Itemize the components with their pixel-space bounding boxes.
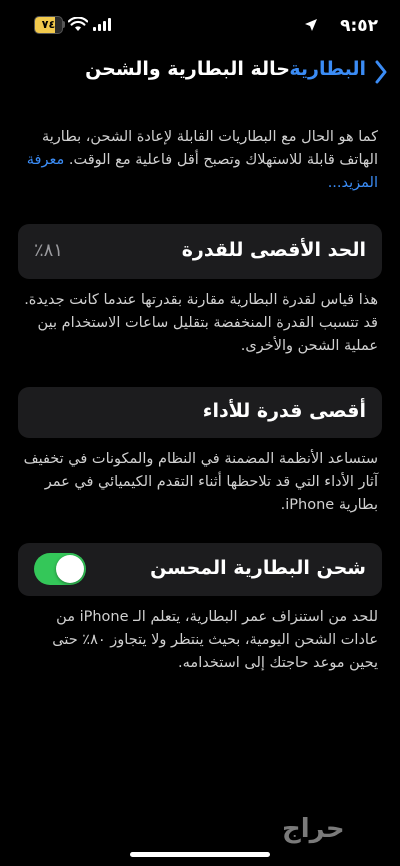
toggle-knob: [56, 555, 84, 583]
back-chevron-icon[interactable]: [374, 60, 388, 84]
haraj-watermark: حراج: [282, 814, 345, 844]
location-arrow-icon: [305, 19, 317, 31]
navigation-bar: البطارية حالة البطارية والشحن: [0, 56, 400, 96]
optimized-charging-title: شحن البطارية المحسن: [150, 557, 366, 579]
status-time: ٩:٥٢: [340, 16, 378, 36]
optimized-charging-toggle[interactable]: [34, 553, 86, 585]
status-bar: ٩:٥٢ ٧٤: [0, 0, 400, 50]
peak-performance-description: ستساعد الأنظمة المضمنة في النظام والمكون…: [23, 451, 378, 513]
peak-performance-cell: أقصى قدرة للأداء: [18, 387, 382, 438]
battery-level-label: ٧٤: [41, 18, 56, 31]
intro-text: كما هو الحال مع البطاريات القابلة لإعادة…: [41, 129, 378, 168]
battery-icon: ٧٤: [34, 16, 66, 34]
intro-description: كما هو الحال مع البطاريات القابلة لإعادة…: [22, 126, 378, 195]
optimized-charging-cell: شحن البطارية المحسن: [18, 543, 382, 596]
max-capacity-cell: الحد الأقصى للقدرة ٨١٪: [18, 224, 382, 279]
cellular-signal-icon: [93, 17, 113, 31]
page-title: حالة البطارية والشحن: [85, 58, 290, 80]
max-capacity-value: ٨١٪: [34, 240, 64, 261]
max-capacity-description: هذا قياس لقدرة البطارية مقارنة بقدرتها ع…: [24, 292, 378, 354]
wifi-icon: [68, 17, 88, 31]
peak-performance-title: أقصى قدرة للأداء: [202, 400, 366, 422]
max-capacity-title: الحد الأقصى للقدرة: [181, 239, 366, 261]
home-indicator[interactable]: [130, 852, 270, 857]
optimized-charging-description: للحد من استنزاف عمر البطارية، يتعلم الـ …: [52, 609, 378, 671]
back-button[interactable]: البطارية: [289, 58, 366, 80]
